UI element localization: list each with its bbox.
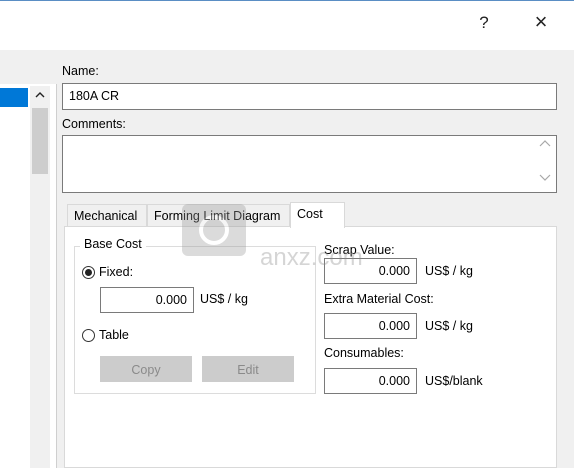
table-radio[interactable]	[82, 329, 95, 342]
name-input[interactable]: 180A CR	[62, 83, 557, 110]
title-bar: ? ×	[0, 0, 574, 50]
consumables-unit: US$/blank	[425, 374, 483, 388]
watermark-text: anxz.com	[260, 244, 363, 271]
comments-scroll-up-icon[interactable]	[539, 140, 551, 151]
extra-material-cost-label: Extra Material Cost:	[324, 292, 434, 306]
edit-button[interactable]: Edit	[202, 356, 294, 382]
radio-selected-dot	[85, 269, 92, 276]
scrap-value-unit: US$ / kg	[425, 264, 473, 278]
close-button[interactable]: ×	[526, 9, 556, 35]
fixed-cost-input[interactable]: 0.000	[100, 287, 194, 313]
list-scrollbar[interactable]	[30, 86, 50, 468]
fixed-radio[interactable]	[82, 266, 95, 279]
consumables-input[interactable]: 0.000	[324, 368, 417, 394]
selected-list-item[interactable]	[0, 88, 28, 107]
tab-cost[interactable]: Cost	[290, 202, 345, 228]
fixed-cost-unit: US$ / kg	[200, 292, 248, 306]
comments-textarea[interactable]	[62, 135, 557, 193]
tab-mechanical[interactable]: Mechanical	[67, 204, 147, 226]
scroll-up-icon[interactable]	[30, 86, 50, 106]
table-label: Table	[99, 328, 129, 342]
comments-scroll-down-icon[interactable]	[539, 174, 551, 185]
extra-material-cost-input[interactable]: 0.000	[324, 313, 417, 339]
help-button[interactable]: ?	[469, 13, 499, 33]
scrollbar-thumb[interactable]	[32, 108, 48, 174]
base-cost-title: Base Cost	[80, 237, 146, 251]
extra-material-cost-unit: US$ / kg	[425, 319, 473, 333]
copy-button[interactable]: Copy	[100, 356, 192, 382]
name-label: Name:	[62, 64, 99, 78]
fixed-label: Fixed:	[99, 265, 134, 279]
consumables-label: Consumables:	[324, 346, 404, 360]
comments-label: Comments:	[62, 117, 126, 131]
